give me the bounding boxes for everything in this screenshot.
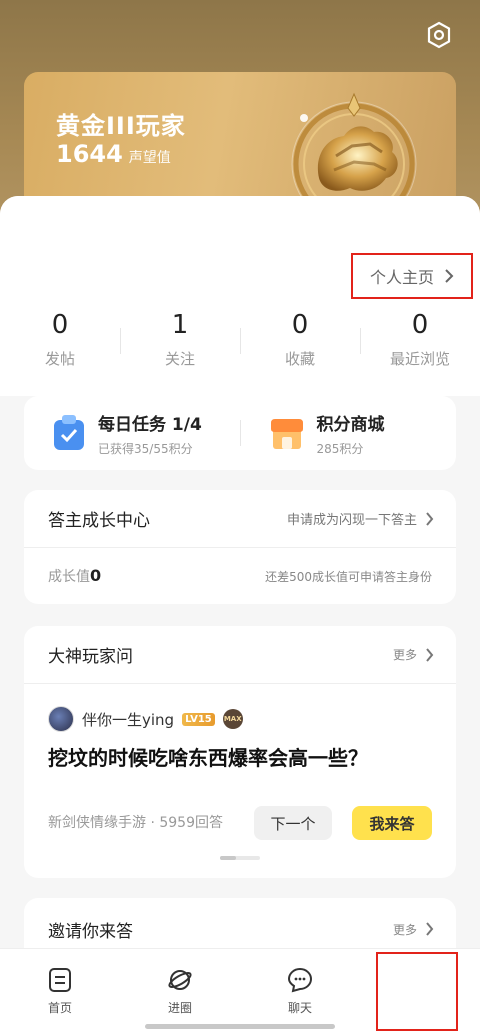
more-label: 更多	[392, 648, 417, 662]
answerer-growth-center: 答主成长中心 申请成为闪现一下答主 成长值0 还差500成长值可申请答主身份	[24, 490, 456, 604]
max-badge: MAX	[222, 709, 243, 729]
stat-label: 关注	[164, 350, 195, 368]
expert-questions-card: 大神玩家问 更多 伴你一生ying LV15 MAX 挖坟的时候吃啥东西爆率会高…	[24, 626, 456, 878]
avatar	[48, 706, 74, 732]
stat-value: 1	[171, 310, 189, 340]
stat-recent[interactable]: 0 最近浏览	[360, 308, 480, 378]
stat-label: 最近浏览	[389, 350, 450, 368]
username: 伴你一生ying	[82, 710, 175, 729]
tab-home[interactable]: 首页	[0, 949, 120, 1031]
home-document-icon	[49, 968, 71, 992]
home-indicator	[145, 1024, 335, 1029]
tab-label: 聊天	[287, 1001, 312, 1015]
reputation-unit: 声望值	[128, 150, 171, 166]
growth-value: 0	[90, 566, 102, 585]
points-shop-entry[interactable]: 积分商城 285积分	[241, 410, 457, 457]
growth-center-title: 答主成长中心	[48, 511, 150, 531]
question-text[interactable]: 挖坟的时候吃啥东西爆率会高一些？	[48, 742, 368, 771]
shop-icon	[270, 419, 303, 449]
personal-homepage-label: 个人主页	[369, 268, 434, 287]
apply-answerer-link[interactable]: 申请成为闪现一下答主	[287, 509, 434, 528]
rank-title: 黄金III玩家	[56, 112, 186, 140]
stat-value: 0	[51, 310, 69, 340]
chat-bubble-icon	[287, 967, 313, 993]
reputation-value: 1644	[56, 140, 123, 168]
tab-circles[interactable]: 进圈	[120, 949, 240, 1031]
level-badge: LV15	[182, 712, 215, 726]
points-shop-title: 积分商城	[316, 414, 385, 435]
stat-label: 收藏	[284, 350, 315, 368]
stat-posts[interactable]: 0 发帖	[0, 308, 120, 378]
stat-label: 发帖	[44, 350, 75, 368]
more-link[interactable]: 更多	[393, 646, 434, 663]
growth-value-label: 成长值	[48, 569, 90, 585]
chevron-right-icon	[426, 511, 434, 526]
chevron-right-icon	[426, 647, 434, 662]
tab-label: 首页	[47, 1001, 72, 1015]
more-link[interactable]: 更多	[393, 921, 434, 938]
chevron-right-icon	[426, 922, 434, 936]
tab-label: 进圈	[167, 1001, 192, 1015]
daily-task-entry[interactable]: 每日任务 1/4 已获得35/55积分	[24, 410, 240, 457]
reputation-score: 1644 声望值	[56, 140, 171, 168]
expert-questions-title: 大神玩家问	[48, 647, 133, 667]
daily-task-title: 每日任务 1/4	[98, 414, 202, 435]
planet-icon	[168, 970, 192, 990]
stat-favorites[interactable]: 0 收藏	[240, 308, 360, 378]
question-meta: 新剑侠情缘手游 · 5959回答	[48, 815, 223, 831]
more-label: 更多	[392, 922, 417, 937]
next-question-button[interactable]: 下一个	[254, 806, 332, 840]
growth-hint: 还差500成长值可申请答主身份	[265, 569, 432, 584]
quick-actions: 每日任务 1/4 已获得35/55积分 积分商城 285积分	[24, 396, 456, 470]
points-shop-subtitle: 285积分	[316, 441, 364, 456]
stat-value: 0	[411, 310, 429, 340]
clipboard-check-icon	[54, 415, 84, 450]
personal-homepage-link[interactable]: 个人主页	[351, 253, 473, 299]
stat-value: 0	[291, 310, 309, 340]
page-indicator	[220, 856, 260, 860]
stats-row: 0 发帖 1 关注 0 收藏 0 最近浏览	[0, 308, 480, 378]
answer-button[interactable]: 我来答	[352, 806, 432, 840]
tab-chat[interactable]: 聊天	[240, 949, 360, 1031]
daily-task-subtitle: 已获得35/55积分	[98, 441, 193, 456]
settings-icon	[427, 21, 451, 49]
tab-highlight-box	[376, 952, 458, 1031]
settings-button[interactable]	[424, 20, 454, 50]
apply-answerer-label: 申请成为闪现一下答主	[286, 513, 417, 528]
chevron-right-icon	[445, 269, 454, 283]
main-panel: 个人主页 0 发帖 1 关注 0 收藏 0 最近浏览 每日任务 1/4 已获得3…	[0, 196, 480, 968]
stat-following[interactable]: 1 关注	[120, 308, 240, 378]
asker-info[interactable]: 伴你一生ying LV15 MAX	[48, 706, 243, 732]
invite-title: 邀请你来答	[48, 921, 133, 942]
